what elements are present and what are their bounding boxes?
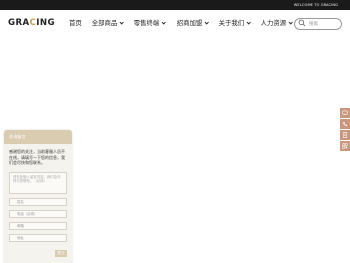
brand-logo[interactable]: GRACING — [8, 18, 55, 28]
nav-item-label: 全部商品 — [91, 19, 118, 27]
name-field[interactable]: 姓名 — [9, 197, 67, 206]
search-icon[interactable] — [298, 19, 308, 29]
field-placeholder: 姓名 — [17, 200, 24, 205]
nav-item-label: 招商加盟 — [176, 19, 203, 27]
document-icon[interactable] — [340, 130, 350, 140]
email-field[interactable]: 邮箱 — [9, 221, 67, 230]
chat-body: 感谢您的关注，当前客服人员不在线，请填写一下您的信息，我们会尽快和您联系。 请在… — [4, 144, 72, 242]
nav-item-all-products[interactable]: 全部商品 — [91, 18, 125, 29]
nav-item-hr[interactable]: 人力资源 — [260, 18, 294, 29]
search-input[interactable] — [309, 19, 339, 29]
nav-item-home[interactable]: 首页 — [69, 18, 82, 29]
logo-suffix: ING — [36, 18, 55, 28]
chevron-down-icon — [161, 20, 167, 25]
search-box[interactable] — [294, 18, 342, 30]
nav-item-label: 首页 — [69, 19, 82, 27]
side-toolbar — [340, 108, 350, 151]
chevron-down-icon — [288, 20, 294, 25]
field-placeholder: 邮箱 — [17, 224, 24, 229]
site-header: GRACING 首页 全部商品 零售终端 招商加盟 关于我们 人力资源 — [0, 10, 350, 38]
field-placeholder: 电话（必填） — [17, 212, 38, 217]
message-placeholder: 请在此输入留言内容，我们会尽快与您联系。（必填） — [13, 174, 61, 184]
logo-prefix: GRA — [8, 18, 30, 28]
submit-button[interactable]: 提交 — [55, 250, 67, 257]
nav-item-label: 零售终端 — [133, 19, 160, 27]
chevron-down-icon — [204, 20, 210, 25]
qrcode-icon[interactable] — [340, 141, 350, 151]
nav-item-label: 关于我们 — [218, 19, 245, 27]
chat-intro-text: 感谢您的关注，当前客服人员不在线，请填写一下您的信息，我们会尽快和您联系。 — [9, 149, 65, 166]
field-placeholder: 地址 — [17, 236, 24, 241]
message-textarea[interactable]: 请在此输入留言内容，我们会尽快与您联系。（必填） — [9, 171, 67, 194]
nav-item-about[interactable]: 关于我们 — [218, 18, 252, 29]
nav-item-franchise[interactable]: 招商加盟 — [176, 18, 210, 29]
chat-title: 咨询留言 — [9, 134, 26, 139]
phone-field[interactable]: 电话（必填） — [9, 209, 67, 218]
chevron-down-icon — [119, 20, 125, 25]
address-field[interactable]: 地址 — [9, 233, 67, 242]
main-nav: 首页 全部商品 零售终端 招商加盟 关于我们 人力资源 — [62, 18, 294, 29]
message-icon[interactable] — [340, 108, 350, 118]
nav-item-label: 人力资源 — [260, 19, 287, 27]
chat-header[interactable]: 咨询留言 — [4, 130, 72, 144]
top-welcome-bar: WELCOME TO GRACING — [0, 0, 350, 10]
phone-icon[interactable] — [340, 119, 350, 129]
chevron-down-icon — [246, 20, 252, 25]
chat-widget: 咨询留言 感谢您的关注，当前客服人员不在线，请填写一下您的信息，我们会尽快和您联… — [4, 130, 72, 263]
welcome-text: WELCOME TO GRACING — [293, 3, 338, 7]
nav-item-retail[interactable]: 零售终端 — [133, 18, 167, 29]
